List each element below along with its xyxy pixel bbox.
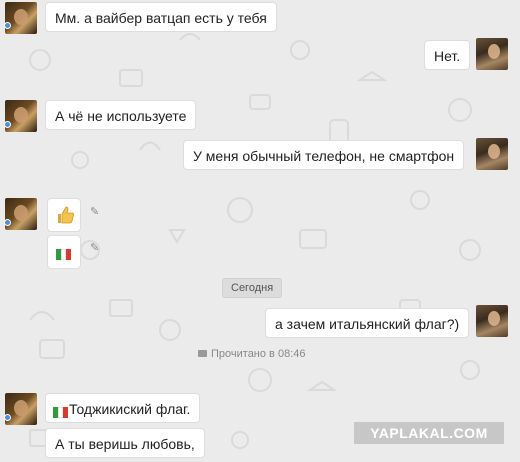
user-avatar[interactable] [476,138,508,170]
edit-icon[interactable]: ✎ [90,205,99,218]
message-bubble-incoming: А ты веришь любовь, [45,428,205,458]
date-divider: Сегодня [222,278,283,298]
user-avatar[interactable] [476,38,508,70]
contact-avatar[interactable] [5,2,37,34]
online-indicator [4,121,11,128]
contact-avatar[interactable] [5,393,37,425]
envelope-icon [198,349,207,357]
user-avatar[interactable] [476,305,508,337]
edit-icon[interactable]: ✎ [90,241,99,254]
italy-flag-icon [53,404,68,418]
italy-flag-icon [56,247,71,260]
online-indicator [4,219,11,226]
online-indicator [4,414,11,421]
italy-flag-sticker [47,235,81,269]
message-bubble-outgoing: Нет. [424,40,471,70]
contact-avatar[interactable] [5,198,37,230]
read-status-text: Прочитано в 08:46 [211,348,306,360]
contact-avatar[interactable] [5,100,37,132]
message-bubble-outgoing: а зачем итальянский флаг?) [265,308,470,338]
message-bubble-incoming: Тоджикиский флаг. [45,393,201,423]
message-bubble-incoming: А чё не используете [45,100,197,130]
thumbs-up-icon [58,206,74,224]
read-status: Прочитано в 08:46 [198,348,305,360]
message-bubble-outgoing: У меня обычный телефон, не смартфон [183,140,465,170]
message-bubble-incoming: Мм. а вайбер ватцап есть у тебя [45,2,277,32]
online-indicator [4,22,11,29]
message-text: Тоджикиский флаг. [69,401,191,417]
thumbs-up-sticker [47,198,81,232]
watermark: YAPLAKAL.COM [354,422,504,444]
